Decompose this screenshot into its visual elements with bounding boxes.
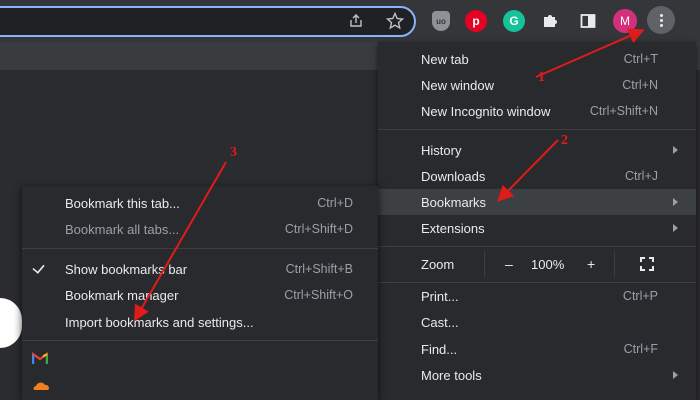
annotation-arrow-3 (134, 161, 227, 322)
annotation-arrow-1 (535, 28, 645, 78)
annotation-label-1: 1 (538, 70, 545, 85)
annotation-label-2: 2 (561, 133, 568, 148)
annotation-arrows (134, 28, 645, 322)
annotation-label-3: 3 (230, 145, 237, 160)
annotation-arrow-2 (497, 139, 559, 202)
